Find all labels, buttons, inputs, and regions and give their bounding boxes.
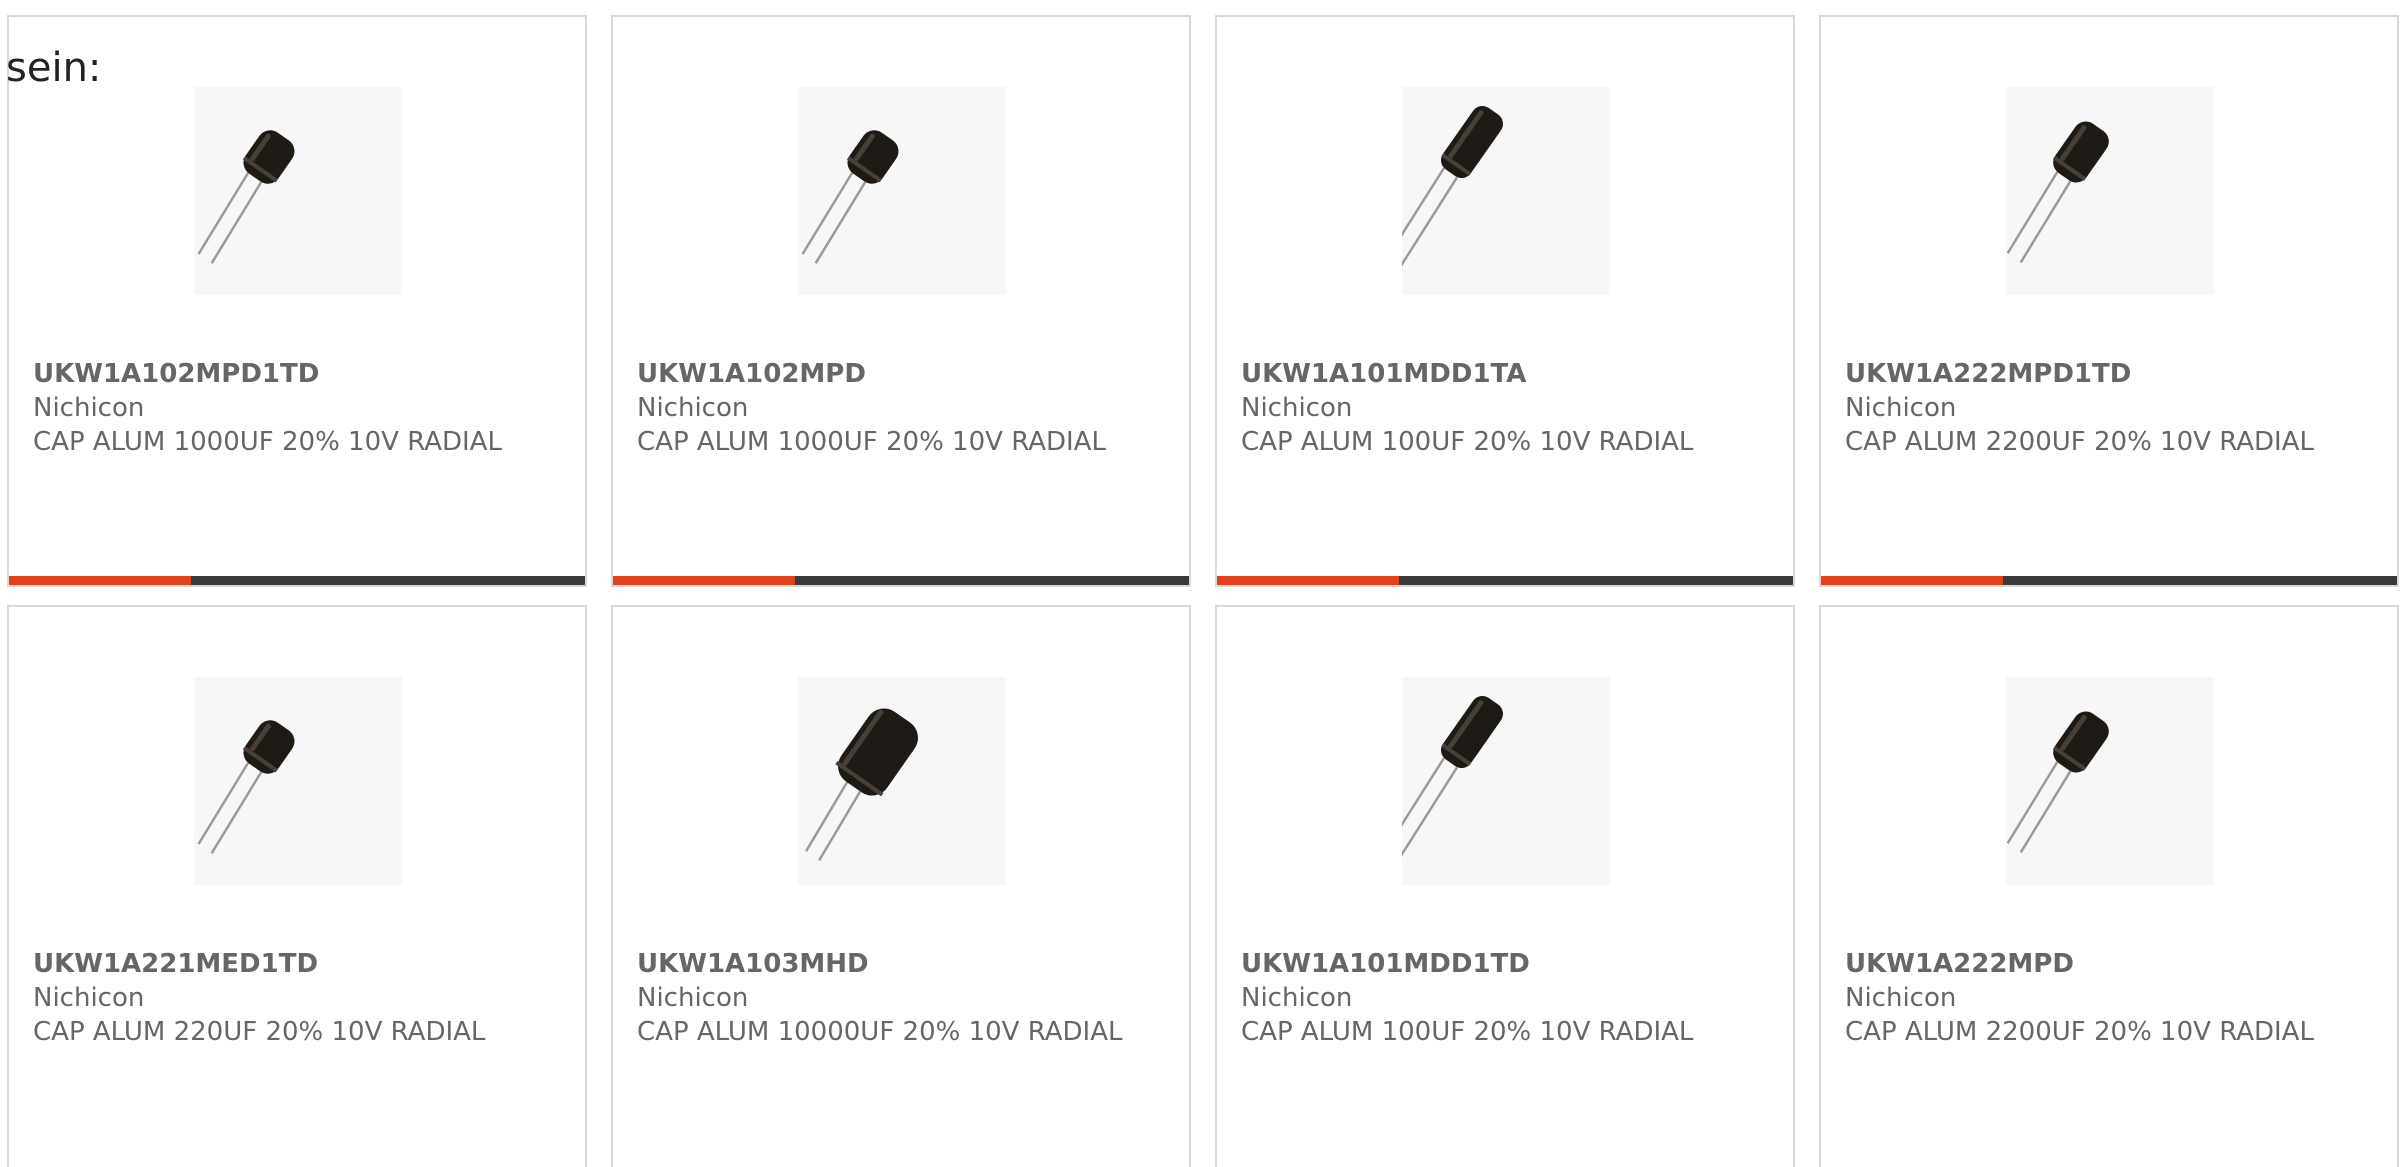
product-image[interactable]: [798, 677, 1006, 885]
manufacturer-label: Nichicon: [637, 393, 749, 423]
capacitor-tall-image: [1402, 105, 1503, 288]
product-info: UKW1A222MPD1TD Nichicon CAP ALUM 2200UF …: [1845, 357, 2365, 459]
card-footer-bar: [1217, 576, 1793, 585]
product-card[interactable]: UKW1A221MED1TD Nichicon CAP ALUM 220UF 2…: [7, 605, 587, 1167]
capacitor-short-image: [801, 130, 899, 264]
capacitor-short-image: [197, 720, 295, 854]
product-description: CAP ALUM 1000UF 20% 10V RADIAL: [637, 427, 1106, 457]
card-footer-accent: [9, 576, 191, 585]
product-image[interactable]: [1402, 87, 1610, 295]
product-card[interactable]: UKW1A222MPD1TD Nichicon CAP ALUM 2200UF …: [1819, 15, 2399, 587]
capacitor-tall-image: [1402, 695, 1503, 878]
product-card[interactable]: UKW1A102MPD1TD Nichicon CAP ALUM 1000UF …: [7, 15, 587, 587]
product-card[interactable]: UKW1A103MHD Nichicon CAP ALUM 10000UF 20…: [611, 605, 1191, 1167]
card-footer-bar: [9, 576, 585, 585]
part-number-link[interactable]: UKW1A102MPD1TD: [33, 357, 553, 391]
manufacturer-label: Nichicon: [1845, 983, 1957, 1013]
product-description: CAP ALUM 220UF 20% 10V RADIAL: [33, 1017, 486, 1047]
manufacturer-label: Nichicon: [1241, 393, 1353, 423]
product-image[interactable]: [2006, 677, 2214, 885]
product-image[interactable]: [2006, 87, 2214, 295]
manufacturer-label: Nichicon: [1845, 393, 1957, 423]
product-description: CAP ALUM 2200UF 20% 10V RADIAL: [1845, 427, 2314, 457]
product-info: UKW1A101MDD1TA Nichicon CAP ALUM 100UF 2…: [1241, 357, 1761, 459]
product-info: UKW1A101MDD1TD Nichicon CAP ALUM 100UF 2…: [1241, 947, 1761, 1049]
manufacturer-label: Nichicon: [1241, 983, 1353, 1013]
part-number-link[interactable]: UKW1A222MPD: [1845, 947, 2365, 981]
card-footer-accent: [1217, 576, 1399, 585]
product-card[interactable]: UKW1A101MDD1TA Nichicon CAP ALUM 100UF 2…: [1215, 15, 1795, 587]
product-description: CAP ALUM 1000UF 20% 10V RADIAL: [33, 427, 502, 457]
page: sein: UKW1A102MPD1TD Nichicon CAP ALUM 1…: [0, 0, 2400, 1167]
product-info: UKW1A221MED1TD Nichicon CAP ALUM 220UF 2…: [33, 947, 553, 1049]
capacitor-medium-image: [2006, 121, 2109, 264]
card-footer-bar: [613, 576, 1189, 585]
capacitor-medium-image: [2006, 711, 2109, 854]
product-image[interactable]: [194, 87, 402, 295]
capacitor-short-image: [197, 130, 295, 264]
product-info: UKW1A102MPD1TD Nichicon CAP ALUM 1000UF …: [33, 357, 553, 459]
product-image[interactable]: [194, 677, 402, 885]
card-footer-bar: [1821, 576, 2397, 585]
card-footer-accent: [1821, 576, 2003, 585]
product-image[interactable]: [798, 87, 1006, 295]
product-description: CAP ALUM 100UF 20% 10V RADIAL: [1241, 427, 1694, 457]
product-image[interactable]: [1402, 677, 1610, 885]
part-number-link[interactable]: UKW1A221MED1TD: [33, 947, 553, 981]
part-number-link[interactable]: UKW1A101MDD1TA: [1241, 357, 1761, 391]
product-info: UKW1A103MHD Nichicon CAP ALUM 10000UF 20…: [637, 947, 1157, 1049]
product-info: UKW1A222MPD Nichicon CAP ALUM 2200UF 20%…: [1845, 947, 2365, 1049]
manufacturer-label: Nichicon: [637, 983, 749, 1013]
product-description: CAP ALUM 100UF 20% 10V RADIAL: [1241, 1017, 1694, 1047]
product-description: CAP ALUM 10000UF 20% 10V RADIAL: [637, 1017, 1123, 1047]
card-footer-accent: [613, 576, 795, 585]
product-info: UKW1A102MPD Nichicon CAP ALUM 1000UF 20%…: [637, 357, 1157, 459]
manufacturer-label: Nichicon: [33, 393, 145, 423]
product-card[interactable]: UKW1A101MDD1TD Nichicon CAP ALUM 100UF 2…: [1215, 605, 1795, 1167]
manufacturer-label: Nichicon: [33, 983, 145, 1013]
capacitor-large-image: [805, 708, 918, 862]
product-grid: UKW1A102MPD1TD Nichicon CAP ALUM 1000UF …: [7, 15, 2399, 1167]
product-description: CAP ALUM 2200UF 20% 10V RADIAL: [1845, 1017, 2314, 1047]
intro-text: sein:: [6, 45, 102, 91]
product-card[interactable]: UKW1A102MPD Nichicon CAP ALUM 1000UF 20%…: [611, 15, 1191, 587]
part-number-link[interactable]: UKW1A103MHD: [637, 947, 1157, 981]
part-number-link[interactable]: UKW1A222MPD1TD: [1845, 357, 2365, 391]
part-number-link[interactable]: UKW1A101MDD1TD: [1241, 947, 1761, 981]
product-card[interactable]: UKW1A222MPD Nichicon CAP ALUM 2200UF 20%…: [1819, 605, 2399, 1167]
part-number-link[interactable]: UKW1A102MPD: [637, 357, 1157, 391]
